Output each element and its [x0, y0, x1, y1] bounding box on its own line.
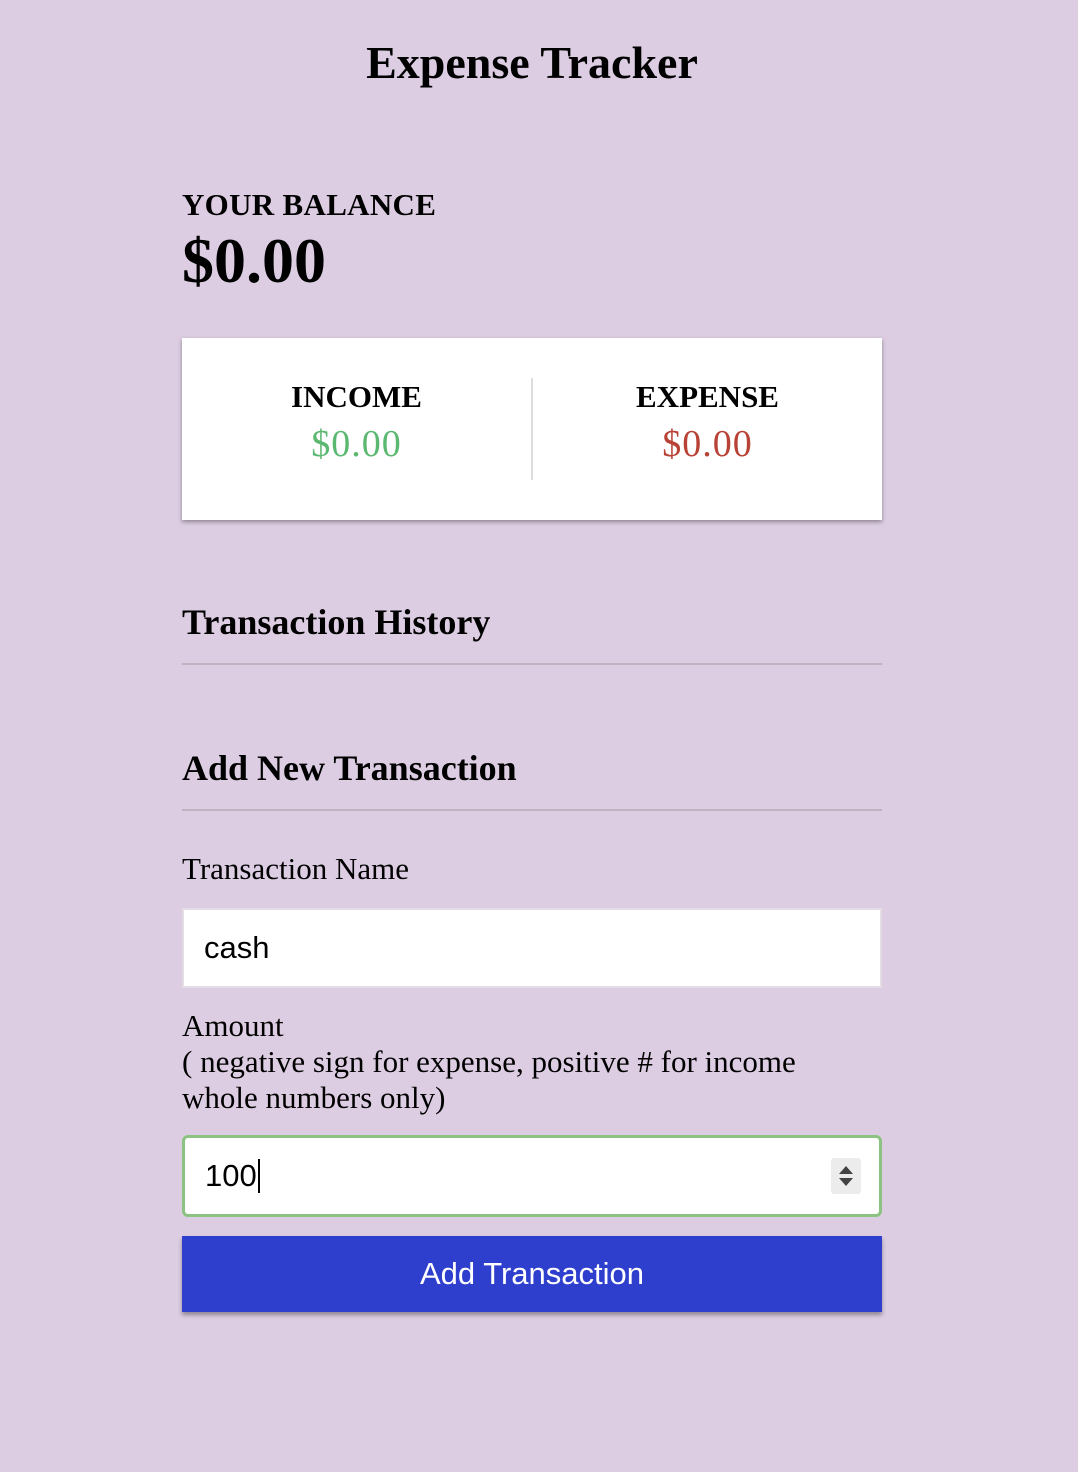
- amount-hint-line1: ( negative sign for expense, positive # …: [182, 1044, 796, 1079]
- income-value: $0.00: [311, 423, 402, 465]
- amount-label: Amount: [182, 1008, 284, 1043]
- amount-value: 100: [205, 1158, 257, 1193]
- income-column: INCOME $0.00: [182, 378, 533, 480]
- transaction-history-heading: Transaction History: [182, 602, 491, 642]
- form-divider: [182, 809, 882, 811]
- expense-value: $0.00: [662, 423, 753, 465]
- page-title: Expense Tracker: [366, 37, 698, 88]
- spin-down-icon[interactable]: [839, 1178, 853, 1186]
- spin-up-icon[interactable]: [839, 1166, 853, 1174]
- balance-amount: $0.00: [182, 225, 326, 296]
- history-divider: [182, 663, 882, 665]
- number-spinner[interactable]: [831, 1158, 861, 1194]
- amount-hint-line2: whole numbers only): [182, 1080, 446, 1115]
- transaction-name-label: Transaction Name: [182, 851, 410, 886]
- amount-input[interactable]: 100: [182, 1135, 882, 1217]
- text-caret: [257, 1159, 260, 1193]
- add-transaction-button[interactable]: Add Transaction: [182, 1236, 882, 1312]
- expense-label: EXPENSE: [636, 379, 779, 414]
- transaction-name-value: cash: [204, 930, 270, 965]
- expense-column: EXPENSE $0.00: [533, 378, 882, 480]
- transaction-name-input[interactable]: cash: [182, 908, 882, 988]
- income-label: INCOME: [291, 379, 422, 414]
- balance-label: YOUR BALANCE: [182, 187, 437, 222]
- income-expense-card: INCOME $0.00 EXPENSE $0.00: [182, 338, 882, 520]
- add-transaction-heading: Add New Transaction: [182, 748, 517, 788]
